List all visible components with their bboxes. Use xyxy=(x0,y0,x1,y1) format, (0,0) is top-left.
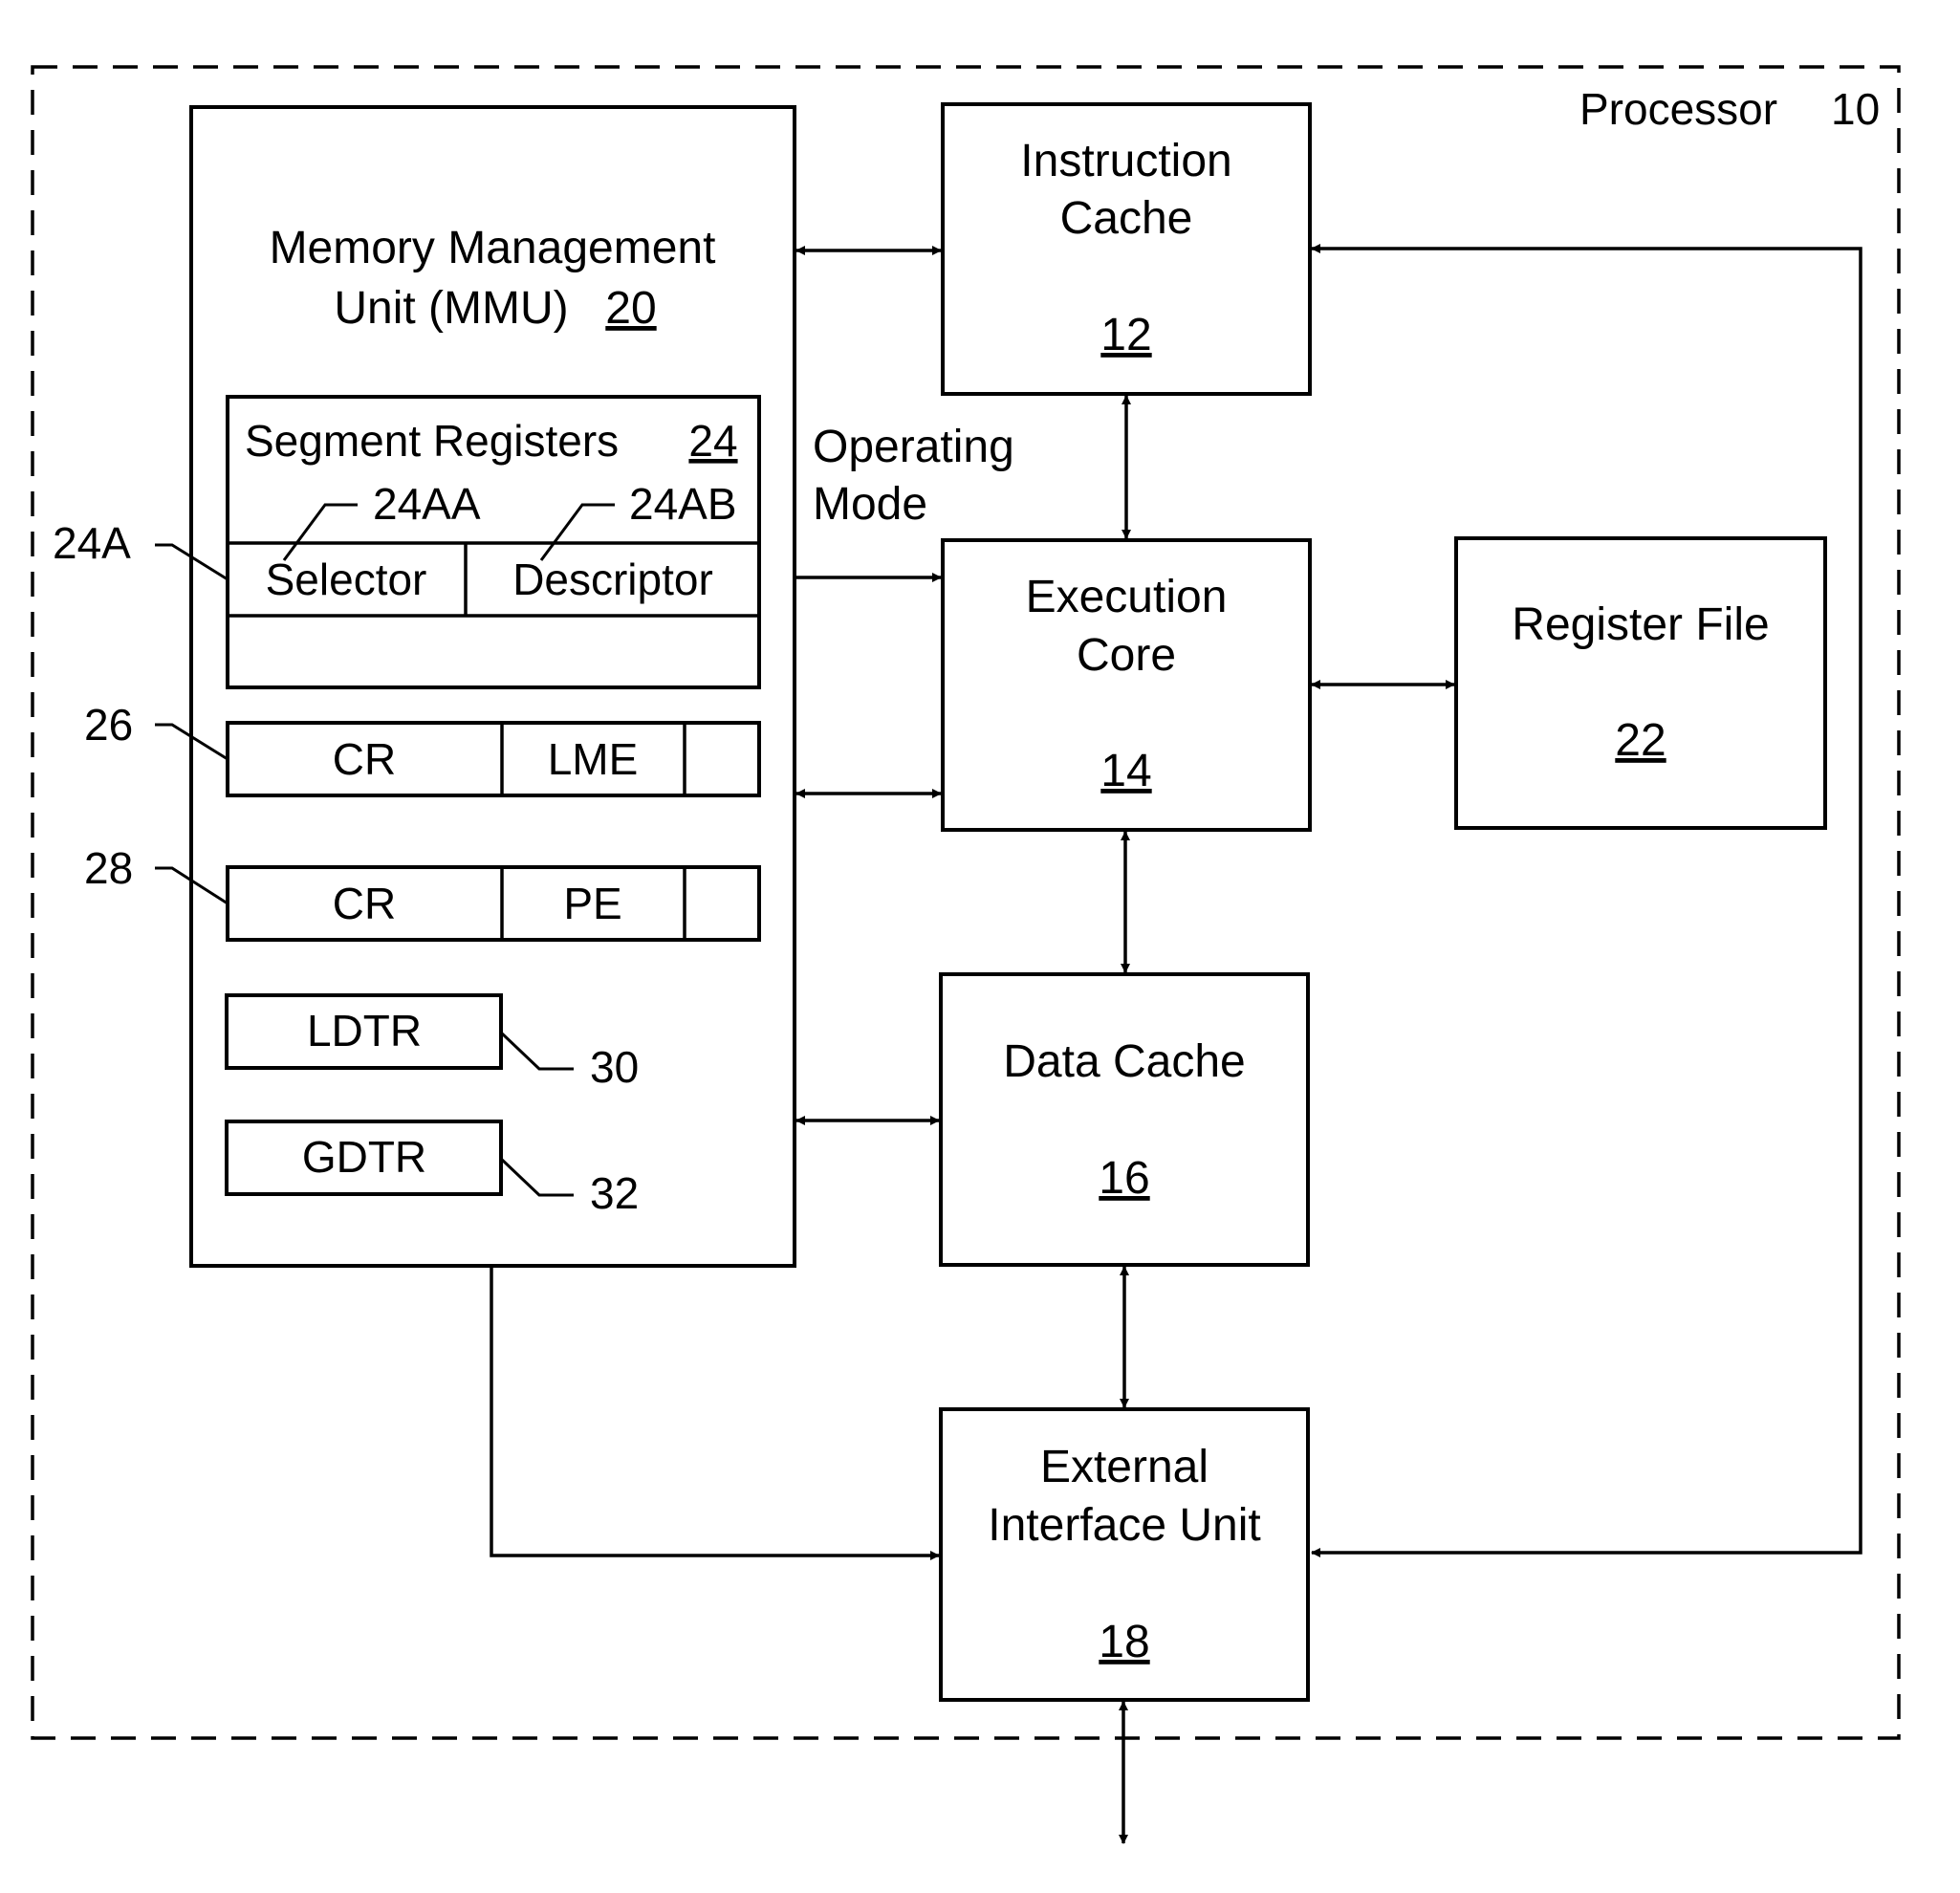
external-interface-unit-line1: External xyxy=(1040,1442,1209,1492)
external-interface-unit-ref: 18 xyxy=(1099,1617,1149,1667)
processor-block-diagram: Processor 10 Memory Management Unit (MMU… xyxy=(31,65,1901,1844)
cr-lme-box xyxy=(226,721,761,797)
gdtr-name: GDTR xyxy=(302,1132,426,1182)
gdtr-ref: 32 xyxy=(590,1168,639,1218)
descriptor-field: Descriptor xyxy=(512,555,713,604)
mmu-title-line1: Memory Management xyxy=(270,223,716,273)
instruction-cache-line1: Instruction xyxy=(1020,136,1231,186)
selector-field: Selector xyxy=(266,555,427,604)
instruction-cache-block: Instruction Cache 12 xyxy=(941,102,1312,396)
selector-ref: 24AA xyxy=(373,479,481,529)
data-cache-ref: 16 xyxy=(1099,1153,1149,1204)
eiu-icache-feedback-arrow xyxy=(1311,244,1862,1557)
cr-pe-field: PE xyxy=(563,879,621,928)
cr-pe-name: CR xyxy=(333,879,396,928)
cr-lme-ref: 26 xyxy=(84,700,133,750)
operating-mode-label-line2: Mode xyxy=(813,479,927,530)
mmu-title-line2: Unit (MMU) xyxy=(334,283,568,334)
external-interface-unit-block: External Interface Unit 18 xyxy=(939,1407,1310,1702)
ldtr-ref: 30 xyxy=(590,1042,639,1092)
data-cache-block: Data Cache 16 xyxy=(939,972,1310,1267)
cr-lme-field: LME xyxy=(548,734,639,784)
segment-registers-ref: 24 xyxy=(688,416,737,466)
control-register-lme: CR LME xyxy=(226,721,761,797)
processor-ref: 10 xyxy=(1831,84,1880,134)
register-file-block: Register File 22 xyxy=(1454,536,1827,830)
register-file-title: Register File xyxy=(1512,599,1769,650)
segment-entry-ref: 24A xyxy=(53,518,131,568)
execution-core-line2: Core xyxy=(1077,630,1176,681)
segment-registers-title: Segment Registers xyxy=(245,416,619,466)
data-cache-box xyxy=(939,972,1310,1267)
ldtr-name: LDTR xyxy=(307,1006,422,1055)
mmu-block: Memory Management Unit (MMU) 20 Segment … xyxy=(53,105,796,1268)
mmu-eiu-arrow xyxy=(490,1268,940,1560)
descriptor-ref: 24AB xyxy=(629,479,737,529)
external-interface-unit-line2: Interface Unit xyxy=(988,1500,1260,1551)
register-file-ref: 22 xyxy=(1615,715,1666,766)
cr-pe-ref: 28 xyxy=(84,843,133,893)
execution-core-block: Execution Core 14 xyxy=(941,538,1312,832)
control-register-pe: CR PE xyxy=(226,865,761,942)
processor-label: Processor xyxy=(1579,84,1777,134)
cr-lme-name: CR xyxy=(333,734,396,784)
execution-core-ref: 14 xyxy=(1100,746,1151,796)
mmu-ref: 20 xyxy=(605,283,656,334)
segment-registers: Segment Registers 24 Selector Descriptor… xyxy=(226,395,761,689)
instruction-cache-line2: Cache xyxy=(1060,193,1193,244)
data-cache-title: Data Cache xyxy=(1003,1036,1245,1087)
execution-core-line1: Execution xyxy=(1026,572,1228,622)
cr-pe-box xyxy=(226,865,761,942)
instruction-cache-ref: 12 xyxy=(1100,310,1151,360)
register-file-box xyxy=(1454,536,1827,830)
operating-mode-label-line1: Operating xyxy=(813,422,1014,472)
